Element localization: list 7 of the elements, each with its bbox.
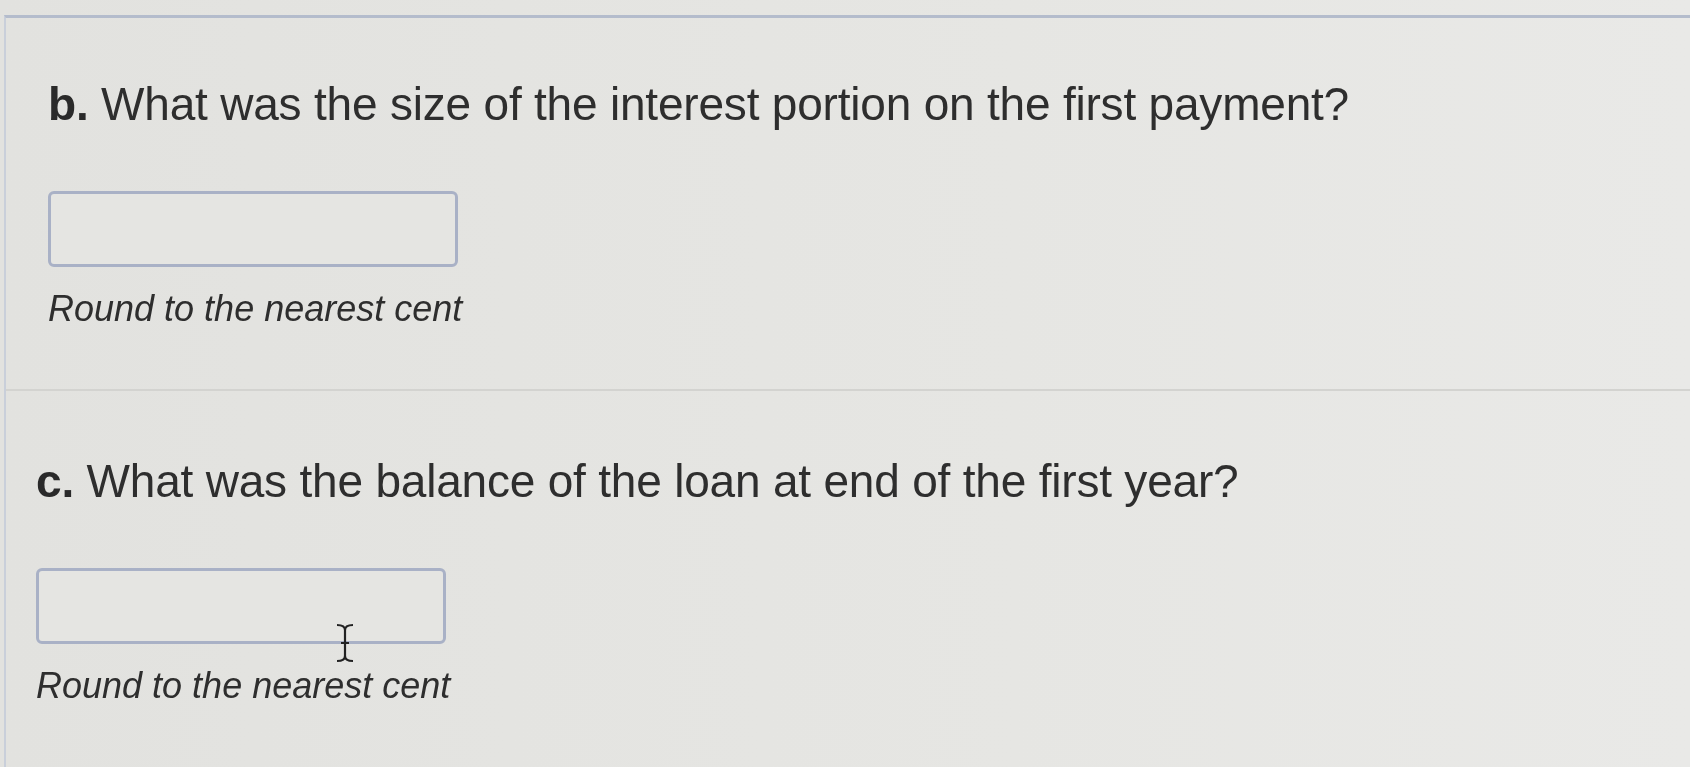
question-text: c. What was the balance of the loan at end of the first year? <box>36 454 1239 508</box>
text-cursor-icon <box>334 623 356 663</box>
answer-field[interactable] <box>36 568 446 644</box>
answer-field[interactable] <box>48 191 458 267</box>
hint-text: Round to the nearest cent <box>48 288 463 330</box>
hint-text: Round to the nearest cent <box>36 665 451 707</box>
question-text: b. What was the size of the interest portion on the first payment? <box>48 77 1349 131</box>
